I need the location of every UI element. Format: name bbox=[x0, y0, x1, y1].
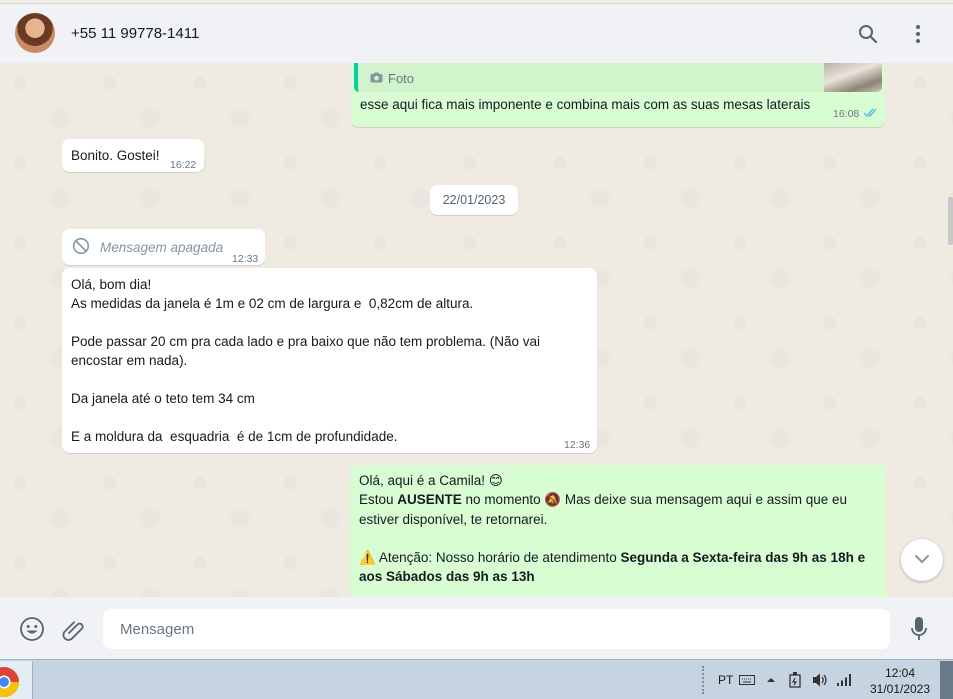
more-vertical-icon[interactable] bbox=[906, 22, 930, 46]
chat-area[interactable]: Foto esse aqui fica mais imponente e com… bbox=[0, 63, 953, 597]
auto-reply-greeting: Olá, aqui é a Camila! 😊 bbox=[359, 473, 503, 488]
emoji-icon[interactable] bbox=[19, 616, 45, 642]
message-text: Olá, aqui é a Camila! 😊 Estou AUSENTE no… bbox=[359, 471, 881, 586]
search-icon[interactable] bbox=[856, 22, 880, 46]
chat-header: +55 11 99778-1411 bbox=[0, 3, 953, 63]
microphone-icon[interactable] bbox=[906, 616, 932, 642]
quoted-photo-thumbnail[interactable] bbox=[824, 63, 882, 92]
message-composer bbox=[0, 597, 953, 659]
message-text: Bonito. Gostei! bbox=[71, 148, 160, 163]
camera-icon bbox=[370, 69, 383, 88]
show-desktop-button[interactable] bbox=[940, 661, 953, 699]
message-time: 16:22 bbox=[170, 159, 197, 171]
volume-icon[interactable] bbox=[811, 660, 829, 699]
message-text: esse aqui fica mais imponente e combina … bbox=[360, 97, 811, 112]
message-time: 12:33 bbox=[232, 253, 259, 265]
taskbar-grip bbox=[702, 666, 708, 694]
message-input[interactable] bbox=[103, 609, 890, 649]
quoted-photo[interactable]: Foto bbox=[354, 63, 882, 92]
message-text: Olá, bom dia! As medidas da janela é 1m … bbox=[71, 277, 541, 444]
clock-time: 12:04 bbox=[884, 666, 916, 680]
chat-scrollbar-thumb[interactable] bbox=[948, 197, 953, 245]
message-incoming[interactable]: Bonito. Gostei! 16:22 bbox=[62, 139, 204, 172]
deleted-message-text: Mensagem apagada bbox=[100, 240, 224, 255]
clock-date: 31/01/2023 bbox=[869, 682, 931, 696]
blocked-circle-icon bbox=[72, 237, 90, 260]
contact-name[interactable]: +55 11 99778-1411 bbox=[71, 25, 199, 42]
chrome-taskbar-button[interactable] bbox=[0, 661, 33, 699]
chrome-icon bbox=[0, 666, 20, 699]
chevron-down-icon bbox=[914, 551, 930, 569]
message-time: 16:08 bbox=[833, 108, 860, 120]
quoted-photo-label: Foto bbox=[370, 69, 414, 88]
paperclip-icon[interactable] bbox=[60, 616, 86, 642]
message-time: 12:36 bbox=[564, 439, 591, 451]
message-deleted[interactable]: Mensagem apagada 12:33 bbox=[62, 229, 265, 265]
tray-chevron-up-icon[interactable] bbox=[766, 660, 776, 699]
language-indicator[interactable]: PT bbox=[718, 660, 733, 699]
scroll-to-bottom-button[interactable] bbox=[901, 539, 943, 581]
message-outgoing-photo-reply[interactable]: Foto esse aqui fica mais imponente e com… bbox=[351, 63, 885, 127]
quoted-photo-caption: Foto bbox=[388, 71, 415, 86]
double-check-read-icon bbox=[863, 104, 879, 123]
auto-reply-away: Estou AUSENTE no momento 🔕 Mas deixe sua… bbox=[359, 492, 848, 527]
taskbar-clock[interactable]: 12:04 31/01/2023 bbox=[862, 665, 938, 697]
date-separator: 22/01/2023 bbox=[430, 185, 518, 215]
network-signal-icon[interactable] bbox=[836, 660, 852, 699]
message-incoming[interactable]: Olá, bom dia! As medidas da janela é 1m … bbox=[62, 268, 597, 453]
message-outgoing-auto-reply[interactable]: Olá, aqui é a Camila! 😊 Estou AUSENTE no… bbox=[350, 465, 886, 597]
power-plug-icon[interactable] bbox=[787, 660, 803, 699]
keyboard-icon[interactable] bbox=[739, 660, 755, 699]
contact-avatar[interactable] bbox=[15, 13, 55, 53]
os-taskbar: PT 12:04 31/01/2023 bbox=[0, 659, 953, 699]
auto-reply-hours: ⚠️ Atenção: Nosso horário de atendimento… bbox=[359, 549, 866, 585]
